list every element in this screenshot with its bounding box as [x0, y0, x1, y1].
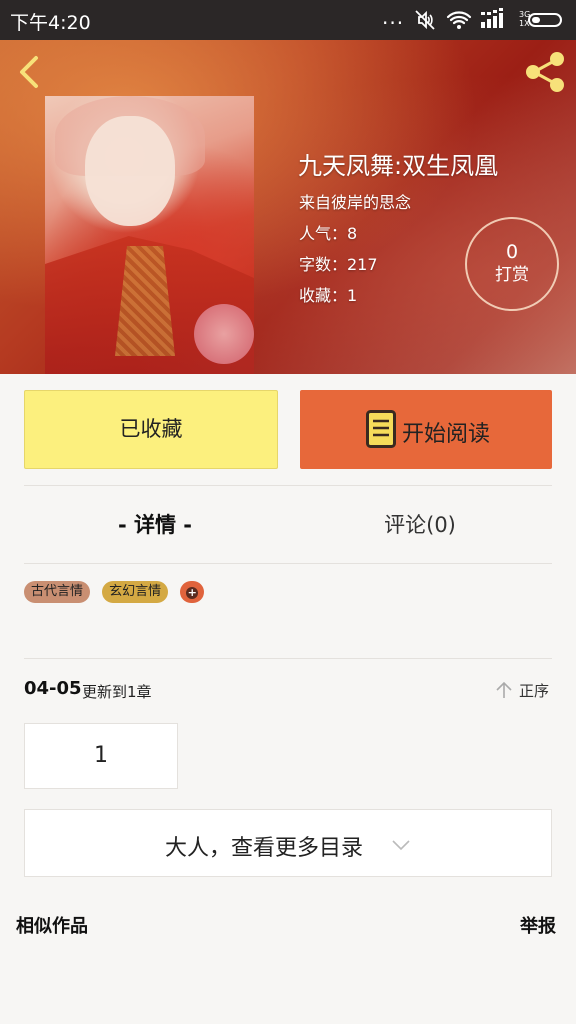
book-icon: [366, 410, 396, 448]
sort-order-label: 正序: [519, 682, 550, 700]
battery-icon: [528, 13, 562, 27]
wifi-icon: [446, 8, 472, 32]
chevron-down-icon: [392, 840, 410, 851]
more-catalog-button[interactable]: 大人，查看更多目录: [24, 809, 552, 877]
status-bar: 下午4:20 ... 3G 1X: [0, 0, 576, 40]
back-button[interactable]: [14, 52, 46, 92]
chapter-item[interactable]: 1: [24, 723, 178, 789]
popularity-stat: 人气：8: [299, 224, 358, 243]
book-header: 九天凤舞:双生凤凰 来自彼岸的思念 人气：8 字数：217 收藏：1 0 打赏: [0, 40, 576, 374]
tag-fantasy-romance[interactable]: 玄幻言情: [102, 581, 169, 603]
tip-label: 打赏: [495, 265, 529, 285]
favorites-stat: 收藏：1: [299, 286, 358, 305]
share-icon: [526, 52, 564, 92]
signal-icon: [480, 8, 516, 32]
divider: [24, 485, 552, 486]
chevron-left-icon: [20, 56, 38, 88]
similar-works-heading: 相似作品: [16, 916, 88, 937]
update-date: 04-05: [24, 678, 82, 699]
tag-ancient-romance[interactable]: 古代言情: [24, 581, 91, 603]
start-reading-label: 开始阅读: [402, 422, 491, 447]
status-time: 下午4:20: [10, 12, 91, 34]
update-text: 更新到1章: [82, 683, 152, 701]
tab-detail[interactable]: - 详情 -: [90, 500, 220, 550]
more-dots-icon: ...: [382, 5, 405, 29]
tip-button[interactable]: 0 打赏: [465, 217, 559, 311]
word-count-stat: 字数：217: [299, 255, 378, 274]
mute-icon: [413, 8, 437, 32]
plus-icon: +: [186, 586, 199, 599]
book-title: 九天凤舞:双生凤凰: [298, 152, 499, 180]
start-reading-button[interactable]: 开始阅读: [300, 390, 552, 469]
divider: [24, 658, 552, 659]
add-tag-button[interactable]: +: [180, 581, 205, 603]
divider: [24, 563, 552, 564]
share-button[interactable]: [522, 50, 568, 94]
tab-comments[interactable]: 评论(0): [340, 500, 500, 550]
book-author: 来自彼岸的思念: [299, 193, 412, 212]
tag-list: 古代言情 玄幻言情 +: [24, 581, 205, 605]
tip-count: 0: [505, 241, 519, 263]
more-catalog-label: 大人，查看更多目录: [165, 836, 364, 861]
book-cover[interactable]: [45, 96, 254, 374]
arrow-up-icon: [496, 681, 512, 698]
collected-button[interactable]: 已收藏: [24, 390, 278, 469]
report-button[interactable]: 举报: [520, 912, 556, 938]
